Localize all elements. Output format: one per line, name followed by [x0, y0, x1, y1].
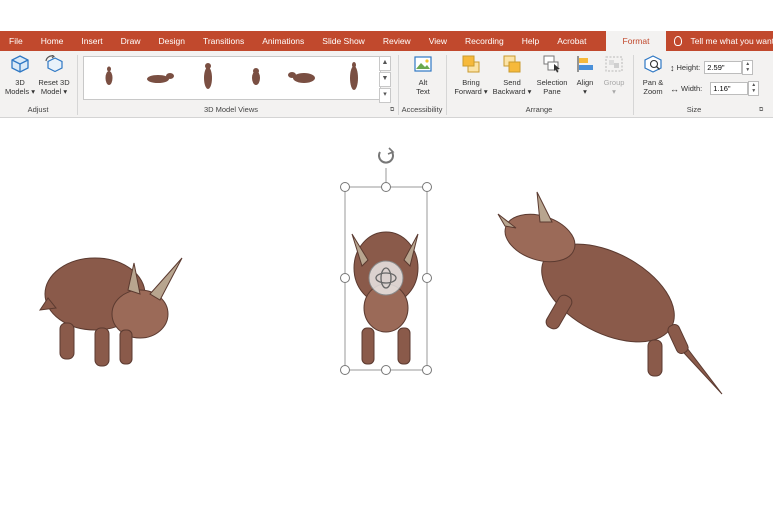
alt-text-button[interactable]: Alt Text — [405, 55, 441, 97]
group-button[interactable]: Group ▾ — [599, 55, 629, 97]
height-icon: ↕ — [670, 62, 675, 73]
group-label: Group — [603, 77, 625, 87]
tab-transitions[interactable]: Transitions — [194, 31, 253, 51]
height-row: ↕ Height: ▲▼ — [670, 60, 754, 75]
3d-models-label-1: 3D — [15, 77, 25, 87]
reset-label-1: Reset 3D — [38, 77, 70, 87]
bring-forward-label-2: Forward ▾ — [454, 87, 488, 96]
group-label-3d-views: 3D Model Views — [203, 105, 259, 114]
tell-me-search[interactable]: Tell me what you want to — [674, 36, 773, 46]
gallery-scroll[interactable]: ▲ ▼ ▾ — [379, 56, 391, 103]
3d-model-right — [497, 191, 723, 395]
view-thumb-3 — [204, 63, 212, 89]
bring-forward-icon — [462, 55, 480, 73]
pan-zoom-icon — [644, 55, 662, 73]
view-thumb-4 — [252, 68, 260, 85]
align-label: Align — [576, 77, 594, 87]
tab-recording[interactable]: Recording — [456, 31, 513, 51]
ribbon-tab-bar: File Home Insert Draw Design Transitions… — [0, 31, 773, 51]
tab-file[interactable]: File — [0, 31, 32, 51]
ribbon-format: 3D Models ▾ Reset 3D Model ▾ Adjust ▲ ▼ … — [0, 51, 773, 118]
width-icon: ↔ — [670, 83, 679, 94]
view-thumb-6 — [350, 62, 358, 90]
separator — [77, 55, 78, 115]
send-backward-button[interactable]: Send Backward ▾ — [491, 55, 533, 97]
3d-model-views-gallery[interactable] — [83, 56, 381, 100]
slide-canvas[interactable] — [0, 118, 773, 509]
tab-format[interactable]: Format — [605, 31, 667, 51]
reset-model-icon — [45, 54, 63, 73]
tab-insert[interactable]: Insert — [72, 31, 111, 51]
gallery-down-icon[interactable]: ▼ — [379, 72, 391, 87]
group-dropdown-icon: ▾ — [612, 87, 616, 96]
tab-home[interactable]: Home — [32, 31, 73, 51]
align-dropdown-icon: ▾ — [583, 87, 587, 96]
3d-models-icon — [11, 55, 29, 73]
bring-forward-button[interactable]: Bring Forward ▾ — [451, 55, 491, 97]
reset-label-2: Model ▾ — [40, 87, 68, 96]
selection-pane-button[interactable]: Selection Pane — [533, 55, 571, 97]
rotate-handle-icon[interactable] — [378, 147, 395, 164]
gallery-more-icon[interactable]: ▾ — [379, 88, 391, 103]
tab-acrobat[interactable]: Acrobat — [548, 31, 595, 51]
width-spinner[interactable]: ▲ ▼ — [748, 81, 760, 96]
pan-zoom-label-1: Pan & — [642, 77, 664, 87]
selection-pane-label-1: Selection — [536, 77, 568, 87]
align-icon — [577, 56, 593, 72]
3d-models-button[interactable]: 3D Models ▾ — [2, 55, 38, 97]
tab-view[interactable]: View — [420, 31, 456, 51]
bring-forward-label-1: Bring — [462, 77, 480, 87]
3d-rotate-control-icon[interactable] — [368, 260, 404, 296]
height-spinner[interactable]: ▲ ▼ — [742, 60, 754, 75]
views-thumbnails — [105, 62, 358, 90]
width-row: ↔ Width: ▲▼ — [670, 81, 760, 96]
send-backward-icon — [503, 55, 521, 73]
lightbulb-icon — [674, 36, 683, 46]
3d-model-left — [38, 257, 183, 367]
selection-pane-icon — [543, 55, 560, 73]
send-backward-label-1: Send — [503, 77, 521, 87]
3d-model-center — [351, 231, 419, 365]
height-label: Height: — [676, 63, 701, 72]
selection-pane-label-2: Pane — [543, 87, 561, 96]
view-thumb-1 — [105, 66, 113, 85]
group-label-accessibility: Accessibility — [401, 105, 443, 114]
pan-zoom-label-2: Zoom — [643, 87, 663, 96]
pan-zoom-button[interactable]: Pan & Zoom — [637, 55, 669, 97]
tab-help[interactable]: Help — [513, 31, 548, 51]
size-launcher-icon[interactable]: ⧉ — [759, 107, 763, 114]
tab-design[interactable]: Design — [150, 31, 194, 51]
views-launcher-icon[interactable]: ⧉ — [390, 107, 394, 114]
tab-draw[interactable]: Draw — [112, 31, 150, 51]
3d-models-label-2: Models ▾ — [4, 87, 36, 96]
group-label-adjust: Adjust — [27, 105, 49, 114]
send-backward-label-2: Backward ▾ — [492, 87, 532, 96]
reset-3d-model-button[interactable]: Reset 3D Model ▾ — [36, 54, 72, 97]
tab-animations[interactable]: Animations — [253, 31, 313, 51]
width-label: Width: — [681, 84, 703, 93]
view-thumb-2 — [147, 73, 174, 83]
slide-content — [38, 147, 723, 395]
view-thumb-5 — [288, 72, 315, 83]
alt-text-icon — [414, 56, 432, 72]
align-button[interactable]: Align ▾ — [571, 55, 599, 97]
group-icon — [605, 56, 623, 72]
height-input[interactable] — [704, 61, 743, 74]
alt-text-label-2: Text — [416, 87, 430, 96]
width-input[interactable] — [710, 82, 749, 95]
tell-me-text: Tell me what you want to — [690, 36, 773, 46]
gallery-up-icon[interactable]: ▲ — [379, 56, 391, 71]
group-label-size: Size — [686, 105, 702, 114]
tab-review[interactable]: Review — [374, 31, 420, 51]
group-label-arrange: Arrange — [525, 105, 553, 114]
alt-text-label-1: Alt — [418, 77, 428, 87]
tab-slide-show[interactable]: Slide Show — [313, 31, 374, 51]
